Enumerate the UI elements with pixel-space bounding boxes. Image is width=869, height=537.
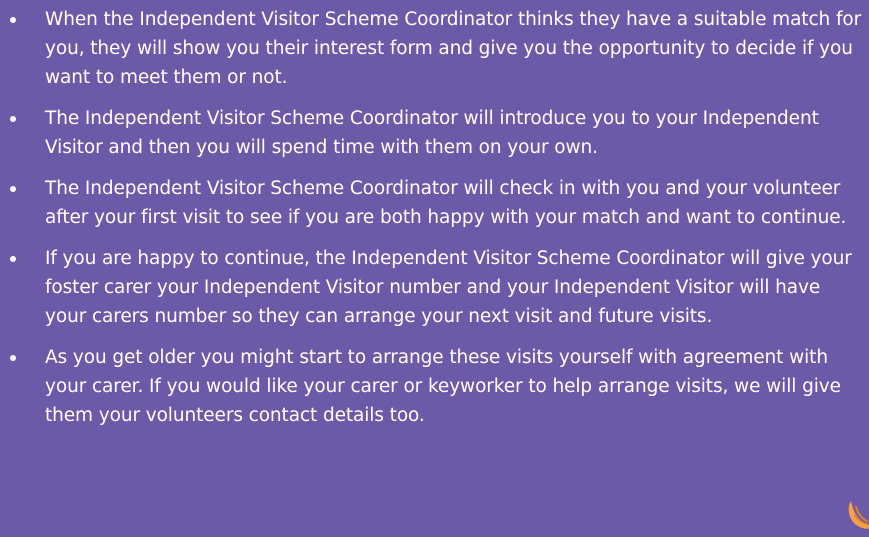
bullet-text: As you get older you might start to arra… bbox=[45, 347, 841, 426]
bullet-item: The Independent Visitor Scheme Coordinat… bbox=[0, 104, 869, 162]
bullet-dot-icon bbox=[10, 355, 16, 361]
orange-logo-icon bbox=[848, 501, 869, 529]
bullet-item: As you get older you might start to arra… bbox=[0, 343, 869, 430]
bullet-item: When the Independent Visitor Scheme Coor… bbox=[0, 5, 869, 92]
bullet-list: When the Independent Visitor Scheme Coor… bbox=[0, 5, 869, 442]
bullet-text: The Independent Visitor Scheme Coordinat… bbox=[45, 108, 819, 158]
bullet-item: If you are happy to continue, the Indepe… bbox=[0, 244, 869, 331]
bullet-dot-icon bbox=[10, 116, 16, 122]
bullet-dot-icon bbox=[10, 17, 16, 23]
bullet-text: If you are happy to continue, the Indepe… bbox=[45, 248, 852, 327]
bullet-item: The Independent Visitor Scheme Coordinat… bbox=[0, 174, 869, 232]
bullet-dot-icon bbox=[10, 256, 16, 262]
bullet-text: The Independent Visitor Scheme Coordinat… bbox=[45, 178, 847, 228]
bullet-dot-icon bbox=[10, 186, 16, 192]
bullet-text: When the Independent Visitor Scheme Coor… bbox=[45, 9, 862, 88]
